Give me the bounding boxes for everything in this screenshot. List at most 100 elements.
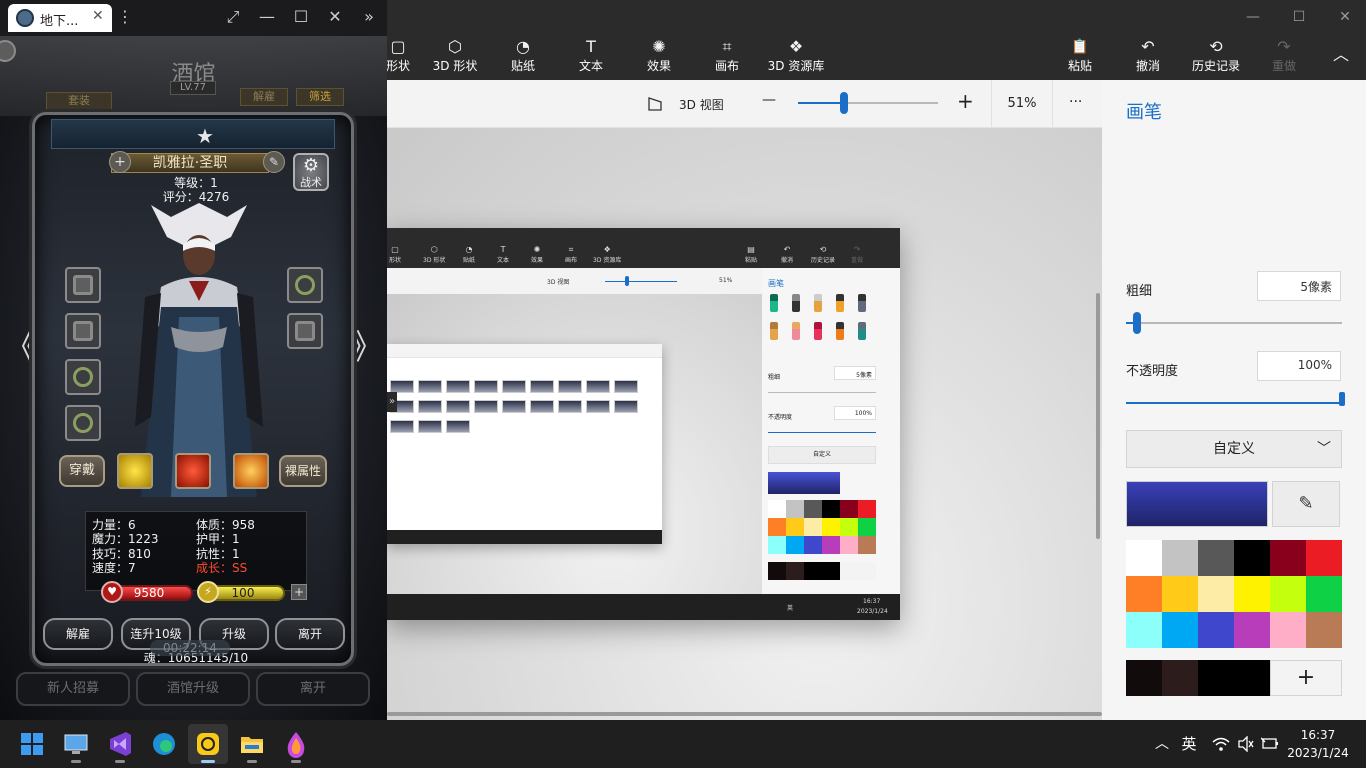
maximize-button[interactable]: ☐ [1276, 4, 1322, 30]
battery-icon[interactable] [1261, 736, 1279, 752]
naked-attributes-button[interactable]: 裸属性 [279, 455, 327, 487]
recruit-button[interactable]: 新人招募 [16, 672, 130, 706]
palette-swatch[interactable] [1270, 612, 1306, 648]
equip-slot-armor[interactable] [65, 313, 101, 349]
vertical-scrollbar[interactable] [1096, 293, 1100, 539]
ime-indicator[interactable]: 英 [1178, 720, 1200, 768]
leave-button[interactable]: 离开 [275, 618, 345, 650]
custom-color-swatch[interactable] [1162, 660, 1198, 696]
palette-swatch[interactable] [1162, 576, 1198, 612]
history-button[interactable]: ⟲ 历史记录 [1188, 36, 1244, 78]
ribbon-effects[interactable]: ✺ 效果 [636, 36, 682, 78]
custom-color-swatch[interactable] [1198, 660, 1234, 696]
emulator-expand-handle[interactable]: » [387, 392, 397, 412]
palette-swatch[interactable] [1306, 612, 1342, 648]
visual-studio-app[interactable] [100, 724, 140, 764]
palette-swatch[interactable] [1198, 576, 1234, 612]
palette-swatch[interactable] [1126, 612, 1162, 648]
palette-swatch[interactable] [1306, 576, 1342, 612]
custom-color-swatch[interactable] [1234, 660, 1270, 696]
ribbon-text[interactable]: T 文本 [568, 36, 614, 78]
emulator-close-button[interactable]: ✕ [322, 6, 348, 28]
eraser-icon[interactable] [1170, 200, 1200, 240]
3d-view-toggle[interactable]: 3D 视图 [679, 96, 724, 113]
heal-skill-icon[interactable] [175, 453, 211, 489]
palette-swatch[interactable] [1306, 540, 1342, 576]
ribbon-3d-shapes[interactable]: ⬡ 3D 形状 [430, 36, 480, 78]
palette-swatch[interactable] [1270, 576, 1306, 612]
palette-swatch[interactable] [1162, 540, 1198, 576]
opacity-slider-thumb[interactable] [1339, 392, 1345, 406]
file-explorer-app[interactable] [232, 724, 272, 764]
wear-button[interactable]: 穿戴 [59, 455, 105, 487]
canvas-area[interactable]: ▢ 形状 ⬡ 3D 形状 ◔ 贴纸 T 文本 ✺ 效果 ⌗ 画布 ❖ 3D 资源库 ▤ 粘贴 ↶… [387, 128, 1102, 720]
emulator-tab[interactable]: 地下... ✕ [8, 4, 112, 32]
wifi-icon[interactable] [1212, 736, 1230, 752]
tab-suit[interactable]: 套装 [46, 92, 112, 110]
ribbon-stickers[interactable]: ◔ 贴纸 [500, 36, 546, 78]
watercolor-brush-icon[interactable] [1258, 142, 1288, 182]
start-button[interactable] [12, 724, 52, 764]
next-hero-button[interactable]: 》 [350, 320, 384, 369]
emulator-minimize-button[interactable]: — [254, 6, 280, 28]
undo-button[interactable]: ↶ 撤消 [1128, 36, 1168, 78]
equip-slot-helmet[interactable] [287, 313, 323, 349]
emulator-maximize-button[interactable]: ☐ [288, 6, 314, 28]
add-energy-button[interactable]: + [291, 584, 307, 600]
palette-swatch[interactable] [1270, 540, 1306, 576]
fullscreen-button[interactable]: ⤢ [220, 6, 246, 28]
zoom-slider-thumb[interactable] [840, 92, 849, 114]
palette-swatch[interactable] [1162, 612, 1198, 648]
equip-slot-ring-1[interactable] [65, 359, 101, 395]
game-screen[interactable]: 酒馆 LV.77 套装 解雇 筛选 《 》 ★ 凯雅拉·圣职 + ✎ 等级：1 … [0, 36, 387, 720]
palette-swatch[interactable] [1126, 540, 1162, 576]
tavern-leave-button[interactable]: 离开 [256, 672, 370, 706]
emulator-menu-button[interactable]: ⋮ [112, 6, 138, 28]
palette-swatch[interactable] [1198, 612, 1234, 648]
horizontal-scrollbar[interactable] [387, 712, 1102, 716]
palette-swatch[interactable] [1234, 576, 1270, 612]
clock-date[interactable]: 2023/1/24 [1280, 746, 1356, 760]
edge-app[interactable] [144, 724, 184, 764]
equip-slot-ring-2[interactable] [65, 405, 101, 441]
palette-swatch[interactable] [1234, 612, 1270, 648]
tactics-button[interactable]: ⚙ 战术 [293, 153, 329, 191]
more-options-button[interactable]: ··· [1069, 94, 1082, 110]
volume-icon[interactable] [1237, 736, 1255, 752]
ribbon-canvas[interactable]: ⌗ 画布 [704, 36, 750, 78]
pixel-pen-icon[interactable] [1302, 142, 1332, 182]
paint-3d-app[interactable] [276, 724, 316, 764]
spray-can-icon[interactable] [1258, 200, 1288, 240]
current-color-swatch[interactable] [1126, 481, 1268, 527]
oil-brush-icon[interactable] [1214, 142, 1244, 182]
desktop-app[interactable] [56, 724, 96, 764]
add-hero-icon[interactable]: + [109, 151, 131, 173]
paste-button[interactable]: 📋 粘贴 [1060, 36, 1100, 78]
palette-swatch[interactable] [1198, 540, 1234, 576]
thickness-slider[interactable] [1126, 322, 1342, 324]
crayon-icon[interactable] [1214, 200, 1244, 240]
emulator-sidebar-toggle[interactable]: » [356, 6, 382, 28]
eyedropper-button[interactable]: ✎ [1272, 481, 1340, 527]
close-button[interactable]: ✕ [1322, 4, 1366, 30]
thickness-slider-thumb[interactable] [1132, 312, 1141, 334]
redo-button[interactable]: ↷ 重做 [1264, 36, 1304, 78]
minimize-button[interactable]: — [1230, 4, 1276, 30]
thickness-input[interactable]: 5像素 [1257, 271, 1341, 301]
calligraphy-pen-icon[interactable] [1170, 142, 1200, 182]
tab-dismiss[interactable]: 解雇 [240, 88, 288, 106]
opacity-input[interactable]: 100% [1257, 351, 1341, 381]
clock-time[interactable]: 16:37 [1280, 728, 1356, 742]
palette-swatch[interactable] [1126, 576, 1162, 612]
equip-slot-necklace[interactable] [287, 267, 323, 303]
ribbon-3d-library[interactable]: ❖ 3D 资源库 [766, 36, 826, 78]
tab-filter[interactable]: 筛选 [296, 88, 344, 106]
fire-skill-icon[interactable] [233, 453, 269, 489]
fill-bucket-icon[interactable] [1302, 200, 1332, 240]
add-color-button[interactable]: + [1270, 660, 1342, 696]
tray-overflow-button[interactable]: ︿ [1152, 720, 1172, 768]
custom-color-swatch[interactable] [1126, 660, 1162, 696]
zoom-out-button[interactable]: — [762, 92, 776, 108]
canvas-image[interactable]: ▢ 形状 ⬡ 3D 形状 ◔ 贴纸 T 文本 ✺ 效果 ⌗ 画布 ❖ 3D 资源库 ▤ 粘贴 ↶… [387, 228, 900, 620]
zoom-in-button[interactable]: + [957, 89, 974, 113]
